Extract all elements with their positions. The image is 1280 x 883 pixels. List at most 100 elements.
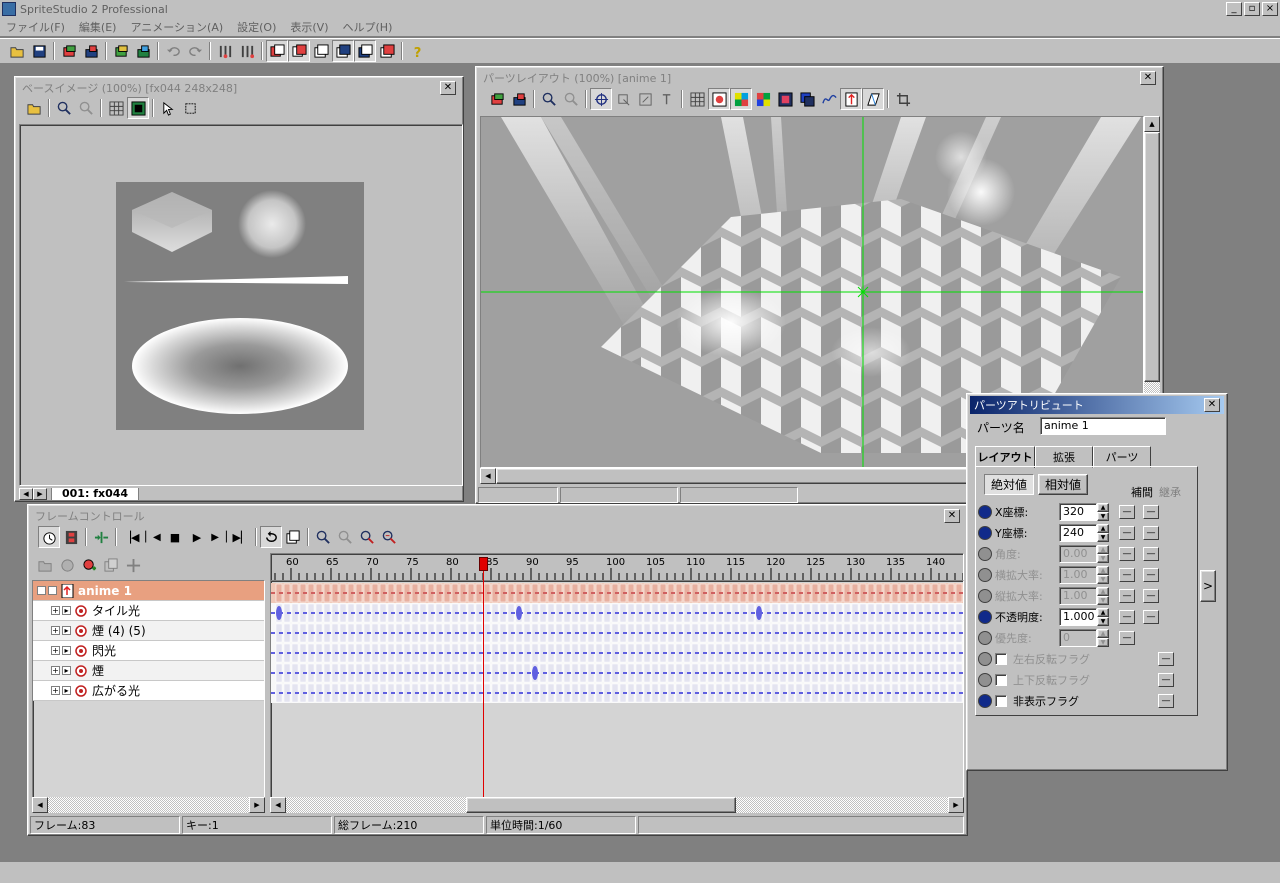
parts-layout-close-button[interactable]: ✕ bbox=[1140, 71, 1156, 85]
move-part-icon[interactable] bbox=[122, 554, 144, 576]
visibility-toggle[interactable]: ▸ bbox=[62, 606, 71, 615]
menu-file[interactable]: ファイル(F) bbox=[6, 19, 65, 35]
menu-help[interactable]: ヘルプ(H) bbox=[343, 19, 393, 35]
loop-icon[interactable] bbox=[260, 526, 282, 548]
rotate-tool-icon[interactable] bbox=[612, 88, 634, 110]
window-5-icon[interactable] bbox=[354, 40, 376, 62]
redo-icon[interactable] bbox=[184, 40, 206, 62]
zoom-fit-icon[interactable] bbox=[378, 526, 400, 548]
track-row[interactable]: + ▸ タイル光 bbox=[33, 601, 264, 621]
visibility-toggle[interactable]: ▸ bbox=[62, 686, 71, 695]
absolute-mode-button[interactable]: 絶対値 bbox=[984, 474, 1035, 495]
keyframe-toggle[interactable] bbox=[978, 546, 992, 561]
keyframe-marker[interactable] bbox=[516, 606, 522, 620]
zoom-out-icon[interactable] bbox=[334, 526, 356, 548]
expand-side-button[interactable]: > bbox=[1200, 570, 1216, 602]
flag-checkbox[interactable] bbox=[995, 673, 1007, 686]
interpolate-button[interactable]: — bbox=[1158, 651, 1174, 666]
part-tree-hscroll[interactable]: ◀ ▶ bbox=[32, 797, 265, 813]
scroll-thumb[interactable] bbox=[496, 468, 970, 484]
menu-edit[interactable]: 編集(E) bbox=[79, 19, 117, 35]
inherit-button[interactable]: — bbox=[1143, 504, 1159, 519]
grid-icon[interactable] bbox=[105, 97, 127, 119]
inherit-button[interactable]: — bbox=[1143, 546, 1159, 561]
flag-checkbox[interactable] bbox=[995, 652, 1007, 665]
visibility-toggle[interactable]: ▸ bbox=[62, 646, 71, 655]
expand-toggle[interactable]: + bbox=[51, 666, 60, 675]
interpolate-button[interactable]: — bbox=[1119, 588, 1135, 603]
close-button[interactable]: × bbox=[1262, 2, 1278, 16]
interpolate-button[interactable]: — bbox=[1119, 567, 1135, 582]
window-3-icon[interactable] bbox=[310, 40, 332, 62]
zoom-in-icon[interactable] bbox=[312, 526, 334, 548]
interpolate-button[interactable]: — bbox=[1119, 504, 1135, 519]
interpolate-button[interactable]: — bbox=[1158, 693, 1174, 708]
parts-attribute-close-button[interactable]: ✕ bbox=[1204, 398, 1220, 412]
keyframe-toggle[interactable] bbox=[978, 525, 992, 540]
next-frame-button[interactable]: ▶▕ bbox=[208, 526, 230, 548]
save-icon[interactable] bbox=[28, 40, 50, 62]
zoom-in-icon[interactable] bbox=[538, 88, 560, 110]
inherit-button[interactable]: — bbox=[1143, 588, 1159, 603]
export-icon[interactable] bbox=[80, 40, 102, 62]
attribute-value-input[interactable]: 1.00 bbox=[1059, 586, 1097, 605]
zoom-out-icon[interactable] bbox=[75, 97, 97, 119]
first-frame-button[interactable]: ▕◀ bbox=[120, 526, 142, 548]
new-folder-icon[interactable] bbox=[34, 554, 56, 576]
tool-b-icon[interactable] bbox=[236, 40, 258, 62]
keyframe-marker[interactable] bbox=[756, 606, 762, 620]
grid-icon[interactable] bbox=[686, 88, 708, 110]
prev-frame-button[interactable]: ▏◀ bbox=[142, 526, 164, 548]
pen-icon[interactable] bbox=[862, 88, 884, 110]
track-row[interactable]: + ▸ 閃光 bbox=[33, 641, 264, 661]
attribute-spinner[interactable]: ▲ ▼ bbox=[1097, 523, 1109, 542]
keyframe-toggle[interactable] bbox=[978, 630, 992, 645]
keyframe-toggle[interactable] bbox=[978, 609, 992, 624]
keyframe-toggle[interactable] bbox=[978, 588, 992, 603]
delete-part-icon[interactable] bbox=[56, 554, 78, 576]
keyframe-toggle[interactable] bbox=[978, 504, 992, 519]
palette-export-icon[interactable] bbox=[132, 40, 154, 62]
relative-mode-button[interactable]: 相対値 bbox=[1038, 474, 1089, 495]
help-icon[interactable]: ? bbox=[406, 40, 428, 62]
interpolate-button[interactable]: — bbox=[1119, 630, 1135, 645]
attribute-value-input[interactable]: 1.00 bbox=[1059, 565, 1097, 584]
inherit-button[interactable]: — bbox=[1143, 609, 1159, 624]
visibility-toggle[interactable]: ▸ bbox=[48, 586, 57, 595]
mask-icon[interactable] bbox=[774, 88, 796, 110]
zoom-key-icon[interactable] bbox=[356, 526, 378, 548]
scroll-left-button[interactable]: ◀ bbox=[32, 797, 48, 813]
interpolate-button[interactable]: — bbox=[1119, 609, 1135, 624]
zoom-in-icon[interactable] bbox=[53, 97, 75, 119]
window-1-icon[interactable] bbox=[266, 40, 288, 62]
undo-icon[interactable] bbox=[162, 40, 184, 62]
keyframe-toggle[interactable] bbox=[978, 567, 992, 582]
tab-parts[interactable]: パーツ bbox=[1093, 446, 1151, 468]
base-image-close-button[interactable]: ✕ bbox=[440, 81, 456, 95]
attribute-value-input[interactable]: 320 bbox=[1059, 502, 1097, 521]
background-toggle-icon[interactable] bbox=[127, 97, 149, 119]
layer-icon[interactable] bbox=[796, 88, 818, 110]
expand-toggle[interactable]: + bbox=[51, 686, 60, 695]
open-icon[interactable] bbox=[486, 88, 508, 110]
window-2-icon[interactable] bbox=[288, 40, 310, 62]
interpolate-button[interactable]: — bbox=[1158, 672, 1174, 687]
move-tool-icon[interactable] bbox=[590, 88, 612, 110]
visibility-toggle[interactable]: ▸ bbox=[62, 626, 71, 635]
track-root-row[interactable]: − ▸ anime 1 bbox=[33, 581, 264, 601]
insert-frame-icon[interactable] bbox=[90, 526, 112, 548]
attribute-spinner[interactable]: ▲ ▼ bbox=[1097, 628, 1109, 647]
palette-import-icon[interactable] bbox=[110, 40, 132, 62]
open-icon[interactable] bbox=[6, 40, 28, 62]
tool-a-icon[interactable] bbox=[214, 40, 236, 62]
attribute-spinner[interactable]: ▲ ▼ bbox=[1097, 607, 1109, 626]
restore-button[interactable]: ▫ bbox=[1244, 2, 1260, 16]
keyframe-marker[interactable] bbox=[532, 666, 538, 680]
zoom-out-icon[interactable] bbox=[560, 88, 582, 110]
tab-fx044[interactable]: 001: fx044 bbox=[51, 487, 140, 501]
save-icon[interactable] bbox=[508, 88, 530, 110]
flag-checkbox[interactable] bbox=[995, 694, 1007, 707]
track-row[interactable]: + ▸ 煙 bbox=[33, 661, 264, 681]
timeline-ruler[interactable]: 60 65 70 75 80 85 90 95 100 105 110 115 120 125 130 135… bbox=[270, 553, 964, 581]
color-icon[interactable] bbox=[730, 88, 752, 110]
